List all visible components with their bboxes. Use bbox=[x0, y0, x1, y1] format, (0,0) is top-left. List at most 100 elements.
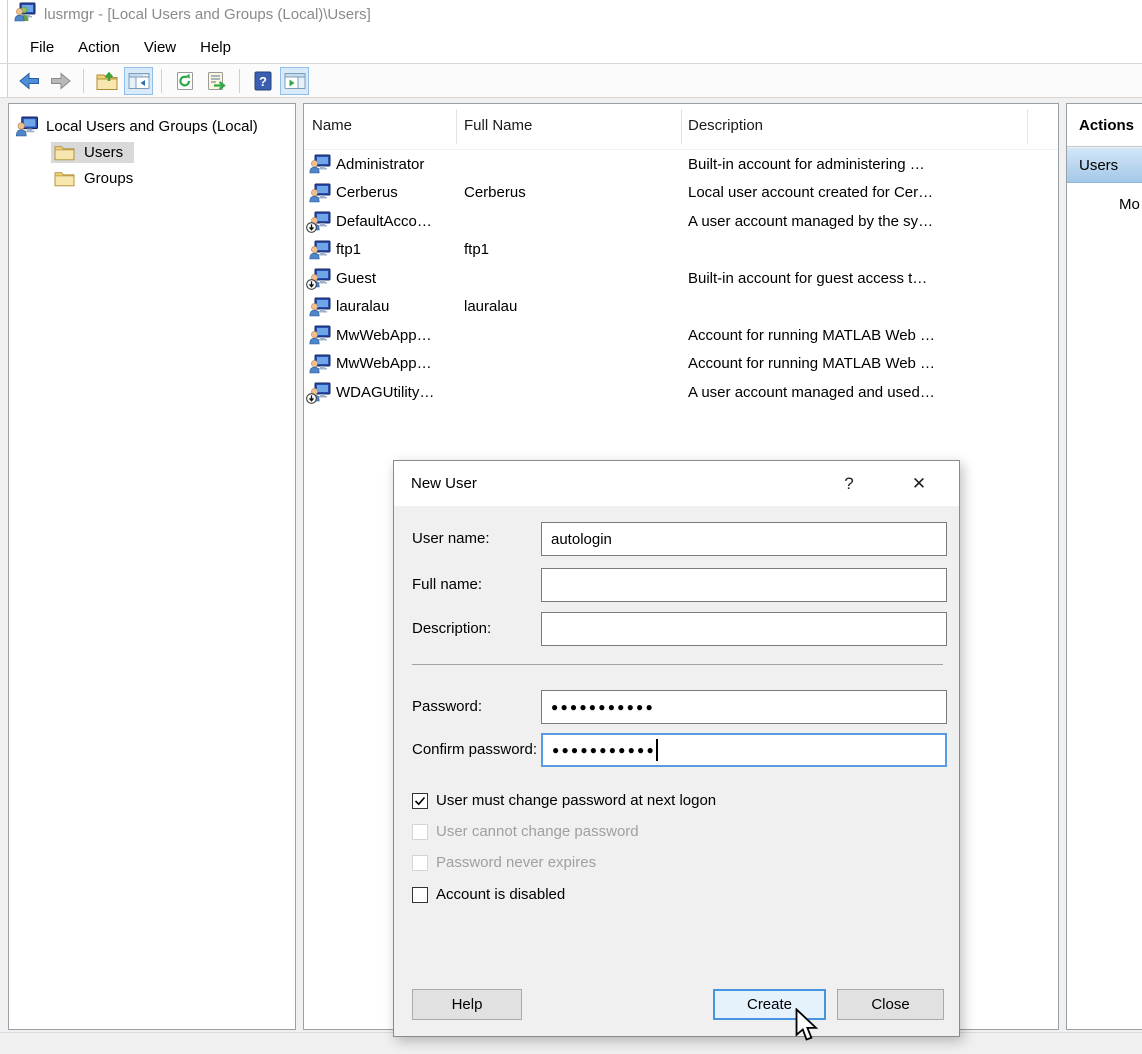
help-icon: ? bbox=[252, 71, 274, 91]
disabled-badge-icon bbox=[306, 393, 317, 404]
checkbox-label: User cannot change password bbox=[436, 823, 639, 840]
forward-button[interactable] bbox=[46, 67, 75, 95]
cell-name: MwWebApp… bbox=[336, 327, 464, 344]
user-row-mwwebapp-1[interactable]: MwWebApp… Account for running MATLAB Web… bbox=[304, 321, 1058, 350]
dialog-titlebar[interactable]: New User ? ✕ bbox=[394, 461, 959, 506]
column-separator[interactable] bbox=[681, 109, 682, 144]
user-row-administrator[interactable]: Administrator Built-in account for admin… bbox=[304, 150, 1058, 179]
tree-root-label: Local Users and Groups (Local) bbox=[46, 118, 258, 135]
dialog-help-button[interactable]: ? bbox=[831, 468, 867, 499]
user-icon bbox=[309, 183, 331, 203]
user-icon bbox=[309, 354, 331, 374]
user-icon bbox=[309, 154, 331, 174]
cell-description: Built-in account for guest access t… bbox=[688, 270, 1058, 287]
folder-icon bbox=[54, 170, 75, 187]
actions-pane-title: Actions bbox=[1067, 104, 1142, 147]
new-user-dialog: New User ? ✕ User name: Full name: Descr… bbox=[393, 460, 960, 1037]
user-row-defaultaccount[interactable]: DefaultAcco… A user account managed by t… bbox=[304, 207, 1058, 236]
column-header-full-name[interactable]: Full Name bbox=[464, 117, 532, 134]
user-row-lauralau[interactable]: lauralau lauralau bbox=[304, 293, 1058, 322]
tree-item-groups[interactable]: Groups bbox=[9, 165, 295, 191]
disabled-badge-icon bbox=[306, 279, 317, 290]
text-caret bbox=[656, 739, 658, 761]
description-field[interactable] bbox=[541, 612, 947, 646]
confirm-password-field[interactable] bbox=[541, 733, 947, 767]
dialog-close-button[interactable]: ✕ bbox=[899, 468, 939, 499]
password-field[interactable] bbox=[541, 690, 947, 724]
folder-icon bbox=[54, 144, 75, 161]
lusrmgr-window: lusrmgr - [Local Users and Groups (Local… bbox=[0, 0, 1142, 1054]
cell-description: Local user account created for Cer… bbox=[688, 184, 1058, 201]
cell-full-name: ftp1 bbox=[464, 241, 688, 258]
window-titlebar: lusrmgr - [Local Users and Groups (Local… bbox=[8, 0, 1142, 28]
console-tree-pane: Local Users and Groups (Local) Users Gro… bbox=[8, 103, 296, 1030]
column-header-name[interactable]: Name bbox=[312, 117, 352, 134]
mouse-cursor bbox=[793, 1008, 819, 1046]
refresh-button[interactable] bbox=[170, 67, 199, 95]
back-button[interactable] bbox=[14, 67, 43, 95]
menu-action[interactable]: Action bbox=[66, 35, 132, 60]
cell-description: A user account managed and used… bbox=[688, 384, 1058, 401]
full-name-field[interactable] bbox=[541, 568, 947, 602]
tree-item-users[interactable]: Users bbox=[9, 139, 295, 165]
up-one-level-icon bbox=[96, 71, 118, 91]
cell-description: A user account managed by the sy… bbox=[688, 213, 1058, 230]
checked-checkbox-icon bbox=[412, 793, 428, 809]
export-list-button[interactable] bbox=[202, 67, 231, 95]
checkbox-cannot-change-password: User cannot change password bbox=[412, 822, 639, 841]
full-name-label: Full name: bbox=[412, 568, 540, 602]
user-icon bbox=[309, 325, 331, 345]
user-row-mwwebapp-2[interactable]: MwWebApp… Account for running MATLAB Web… bbox=[304, 350, 1058, 379]
checkbox-must-change-password[interactable]: User must change password at next logon bbox=[412, 791, 716, 810]
local-users-groups-icon bbox=[15, 116, 39, 137]
user-disabled-icon bbox=[309, 268, 331, 288]
help-button[interactable]: ? bbox=[248, 67, 277, 95]
checkbox-label: User must change password at next logon bbox=[436, 792, 716, 809]
user-icon bbox=[309, 297, 331, 317]
menu-view[interactable]: View bbox=[132, 35, 188, 60]
user-row-wdagutility[interactable]: WDAGUtility… A user account managed and … bbox=[304, 378, 1058, 407]
toolbar-separator bbox=[83, 69, 84, 93]
confirm-password-label: Confirm password: bbox=[412, 733, 540, 767]
refresh-icon bbox=[174, 71, 196, 91]
cell-name: MwWebApp… bbox=[336, 355, 464, 372]
cell-name: Cerberus bbox=[336, 184, 464, 201]
column-header-description[interactable]: Description bbox=[688, 117, 763, 134]
help-dialog-button[interactable]: Help bbox=[412, 989, 522, 1020]
cell-name: Guest bbox=[336, 270, 464, 287]
close-button[interactable]: Close bbox=[837, 989, 944, 1020]
column-separator[interactable] bbox=[456, 109, 457, 144]
dialog-divider bbox=[412, 664, 943, 665]
menu-help[interactable]: Help bbox=[188, 35, 243, 60]
menu-file[interactable]: File bbox=[18, 35, 66, 60]
user-disabled-icon bbox=[309, 382, 331, 402]
user-name-field[interactable] bbox=[541, 522, 947, 556]
window-title: lusrmgr - [Local Users and Groups (Local… bbox=[44, 6, 371, 23]
password-label: Password: bbox=[412, 690, 540, 724]
unchecked-checkbox-icon bbox=[412, 855, 428, 871]
user-icon bbox=[309, 240, 331, 260]
description-label: Description: bbox=[412, 612, 540, 646]
column-separator[interactable] bbox=[1027, 109, 1028, 144]
cell-full-name: lauralau bbox=[464, 298, 688, 315]
user-row-guest[interactable]: Guest Built-in account for guest access … bbox=[304, 264, 1058, 293]
checkbox-account-disabled[interactable]: Account is disabled bbox=[412, 885, 565, 904]
list-header: Name Full Name Description bbox=[304, 104, 1058, 150]
user-name-label: User name: bbox=[412, 522, 540, 556]
user-row-cerberus[interactable]: Cerberus Cerberus Local user account cre… bbox=[304, 179, 1058, 208]
back-icon bbox=[18, 71, 40, 91]
show-console-tree-button[interactable] bbox=[124, 67, 153, 95]
up-one-level-button[interactable] bbox=[92, 67, 121, 95]
unchecked-checkbox-icon bbox=[412, 824, 428, 840]
cell-description: Built-in account for administering … bbox=[688, 156, 1058, 173]
tree-item-label: Groups bbox=[84, 170, 133, 187]
tree-item-local-users-and-groups[interactable]: Local Users and Groups (Local) bbox=[9, 113, 295, 139]
cell-description: Account for running MATLAB Web … bbox=[688, 355, 1058, 372]
user-row-ftp1[interactable]: ftp1 ftp1 bbox=[304, 236, 1058, 265]
more-actions-item[interactable]: Mo bbox=[1067, 196, 1142, 213]
actions-group-users[interactable]: Users bbox=[1067, 147, 1142, 183]
cell-name: Administrator bbox=[336, 156, 464, 173]
cell-full-name: Cerberus bbox=[464, 184, 688, 201]
toolbar-separator bbox=[161, 69, 162, 93]
show-action-pane-button[interactable] bbox=[280, 67, 309, 95]
